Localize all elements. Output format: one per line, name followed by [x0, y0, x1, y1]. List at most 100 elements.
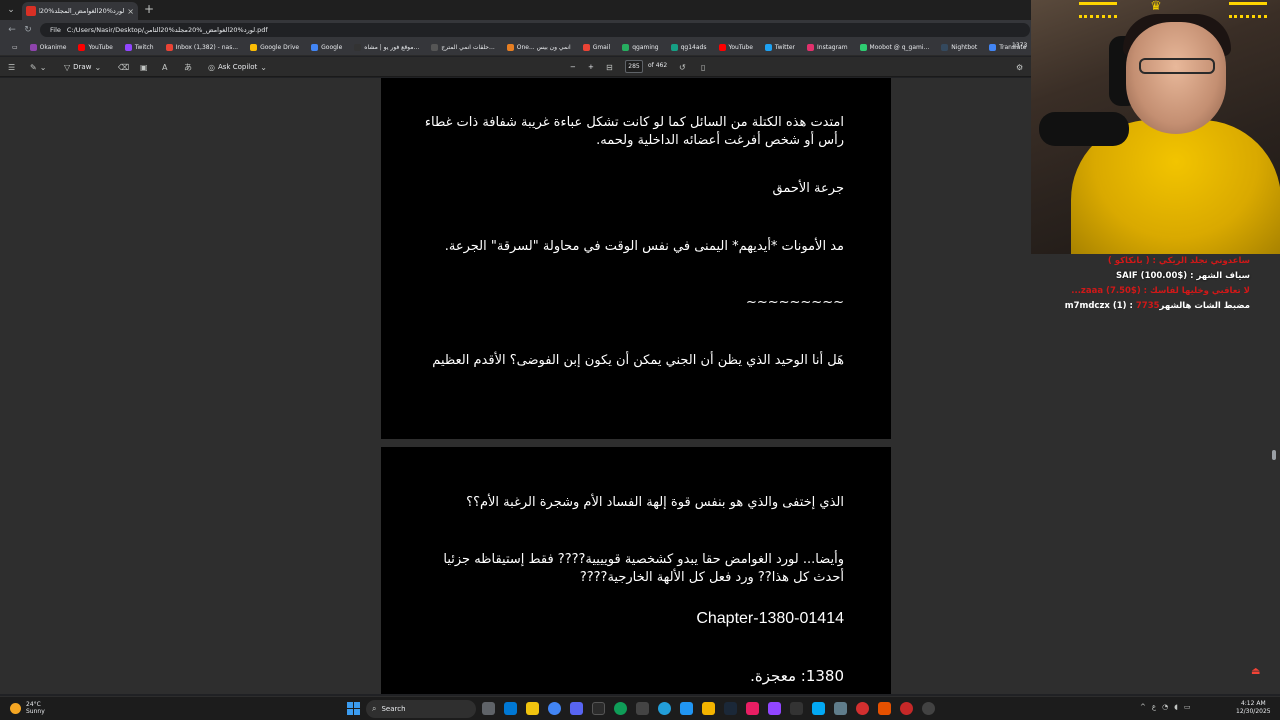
bookmark-item[interactable]: موقع فور يو | مشاه... — [348, 41, 425, 55]
page-view-icon[interactable]: ▯ — [701, 61, 705, 73]
highlight-icon[interactable]: ✎ ⌄ — [30, 61, 46, 73]
windows-start-icon[interactable] — [347, 702, 360, 715]
address-bar[interactable]: File C:/Users/Nasir/Desktop/لورد%20الغوا… — [40, 23, 1030, 37]
apps-grid-icon[interactable]: ▭ — [6, 41, 24, 55]
bookmark-label: Moobot @ q_gami... — [869, 44, 930, 51]
bookmark-label: YouTube — [88, 44, 113, 51]
app-icon[interactable] — [504, 702, 517, 715]
translate-icon[interactable]: あ — [184, 61, 192, 73]
language-indicator[interactable]: ع — [1152, 703, 1156, 711]
weather-temp: 24°C — [26, 701, 41, 708]
twitch-icon[interactable] — [768, 702, 781, 715]
draw-label: Draw — [73, 63, 92, 71]
bookmark-item[interactable]: Inbox (1,382) - nas... — [160, 41, 245, 55]
file-scheme-chip: File — [50, 26, 61, 34]
ask-copilot-button[interactable]: ◎ Ask Copilot ⌄ — [208, 61, 267, 73]
page2-paragraph-1: الذي إختفى والذي هو بنفس قوة إلهة الفساد… — [466, 495, 844, 510]
bookmark-item[interactable]: qgaming — [616, 41, 664, 55]
clock-date: 12/30/2025 — [1236, 708, 1271, 715]
bookmark-item[interactable]: One... انمي ون بيس — [501, 41, 577, 55]
tab-search-icon[interactable]: ⌄ — [4, 3, 18, 17]
page2-paragraph-2: وأيضا... لورد الغوامض حقا يبدو كشخصية قو… — [443, 552, 844, 585]
taskbar-search[interactable]: ⌕ Search — [366, 700, 476, 718]
bookmark-label: موقع فور يو | مشاه... — [364, 44, 420, 51]
edge-icon[interactable] — [614, 702, 627, 715]
bookmark-item[interactable]: Okanime — [24, 41, 73, 55]
wifi-icon[interactable]: ◔ — [1162, 703, 1168, 711]
bookmark-item[interactable]: Instagram — [801, 41, 854, 55]
bookmark-item[interactable]: Moobot @ q_gami... — [854, 41, 936, 55]
back-arrow-icon[interactable]: ← — [6, 24, 18, 36]
bookmark-favicon-icon — [764, 44, 772, 51]
chapter-title: 1380: معجزة. — [750, 667, 844, 685]
overlay-line: ساعدوني نجلد الريكي : ( بانكاكو ) — [1107, 256, 1250, 266]
bookmark-item[interactable]: حلقات انمي المترج... — [425, 41, 501, 55]
bookmark-item[interactable]: Google — [305, 41, 348, 55]
acrobat-icon[interactable]: ⏏ — [1251, 666, 1263, 678]
bookmark-item[interactable]: Nightbot — [935, 41, 983, 55]
microphone — [1039, 112, 1129, 146]
sun-icon — [10, 702, 21, 714]
zoom-out-button[interactable]: − — [570, 61, 576, 73]
app-icon[interactable] — [746, 702, 759, 715]
obs-icon[interactable] — [592, 702, 605, 715]
search-icon: ⌕ — [372, 704, 377, 713]
scroll-thumb[interactable] — [1272, 450, 1276, 460]
overlay-line: لا تعاقبي وخليها لفاسك : ($7.50) zaaa... — [1071, 286, 1250, 296]
steam-icon[interactable] — [724, 702, 737, 715]
tab-close-icon[interactable]: × — [127, 7, 134, 16]
bookmark-item[interactable]: qg14ads — [665, 41, 713, 55]
bookmark-item[interactable]: Gmail — [577, 41, 617, 55]
read-aloud-icon[interactable]: A — [162, 61, 167, 73]
battery-icon[interactable]: ▭ — [1184, 703, 1191, 711]
telegram-icon[interactable] — [658, 702, 671, 715]
new-tab-button[interactable]: + — [144, 2, 154, 16]
page-number-input[interactable]: 285 — [625, 60, 643, 73]
app-icon[interactable] — [900, 702, 913, 715]
contents-icon[interactable]: ☰ — [8, 61, 15, 73]
draw-button[interactable]: ▽ Draw ⌄ — [64, 61, 101, 73]
app-icon[interactable] — [856, 702, 869, 715]
chevron-up-icon[interactable]: ^ — [1140, 703, 1146, 711]
clock-time: 4:12 AM — [1240, 700, 1266, 707]
text-box-icon[interactable]: ▣ — [140, 61, 148, 73]
bookmark-favicon-icon — [250, 44, 258, 51]
app-icon[interactable] — [834, 702, 847, 715]
page1-heading: جرعة الأحمق — [772, 181, 845, 196]
bookmark-favicon-icon — [78, 44, 86, 51]
bookmark-item[interactable]: Twitter — [759, 41, 801, 55]
zoom-in-button[interactable]: + — [588, 61, 594, 73]
app-icon[interactable] — [922, 702, 935, 715]
bookmark-label: Okanime — [39, 44, 67, 51]
bookmark-favicon-icon — [354, 44, 362, 51]
discord-icon[interactable] — [570, 702, 583, 715]
bookmark-item[interactable]: Google Drive — [244, 41, 305, 55]
clock[interactable]: 4:12 AM 12/30/2025 — [1236, 700, 1271, 716]
app-icon[interactable] — [878, 702, 891, 715]
terminal-icon[interactable] — [636, 702, 649, 715]
app-icon[interactable] — [790, 702, 803, 715]
eraser-icon[interactable]: ⌫ — [118, 61, 129, 73]
app-icon[interactable] — [702, 702, 715, 715]
weather-widget[interactable]: 24°C Sunny — [10, 701, 45, 715]
chrome-icon[interactable] — [548, 702, 561, 715]
app-icon[interactable] — [680, 702, 693, 715]
bookmark-item[interactable]: Twitch — [119, 41, 160, 55]
bookmark-item[interactable]: YouTube — [72, 41, 118, 55]
copilot-icon: ◎ — [208, 62, 215, 72]
url-text: C:/Users/Nasir/Desktop/لورد%20الغوامض_%2… — [66, 26, 268, 34]
task-view-icon[interactable] — [482, 702, 495, 715]
settings-icon[interactable]: ⚙ — [1016, 61, 1023, 73]
app-icon[interactable] — [812, 702, 825, 715]
refresh-icon[interactable]: ↻ — [22, 24, 34, 36]
taskbar: 24°C Sunny ⌕ Search ^ ع ◔ ◖ ▭ 4:12 AM 12/… — [0, 696, 1280, 720]
system-tray[interactable]: ^ ع ◔ ◖ ▭ — [1140, 703, 1191, 711]
bookmark-item[interactable]: YouTube — [713, 41, 759, 55]
volume-icon[interactable]: ◖ — [1174, 703, 1178, 711]
rotate-icon[interactable]: ↺ — [679, 61, 686, 73]
stream-overlay: ساعدوني نجلد الريكي : ( بانكاكو ) سياف ا… — [1060, 254, 1250, 314]
bookmark-favicon-icon — [622, 44, 630, 51]
tab-active-pdf[interactable]: لورد%20الغوامض_المجلد%20الثامن.pdf × — [22, 2, 138, 20]
file-explorer-icon[interactable] — [526, 702, 539, 715]
fit-page-icon[interactable]: ⊟ — [606, 61, 613, 73]
